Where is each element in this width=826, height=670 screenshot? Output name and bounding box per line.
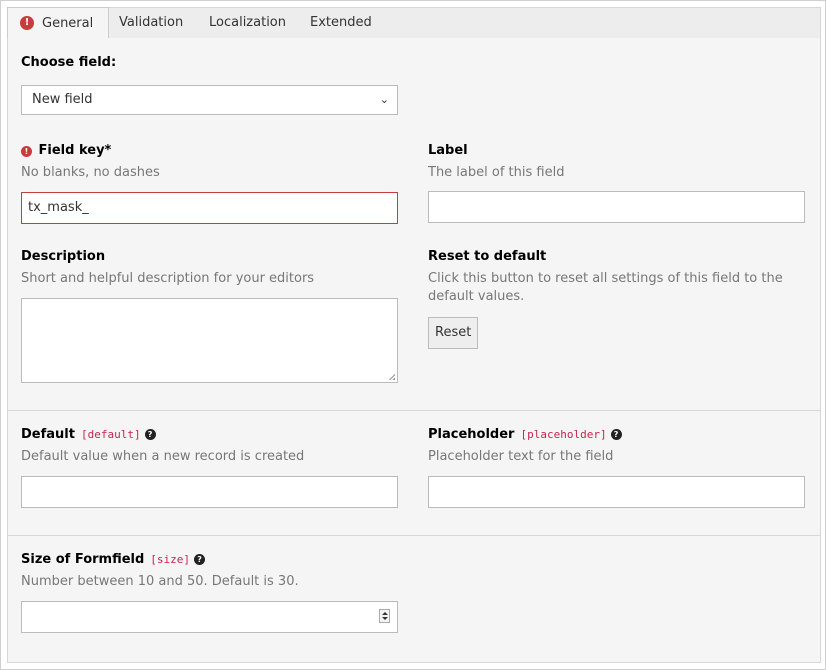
tab-general-label: General bbox=[42, 16, 94, 31]
tab-general[interactable]: ! General bbox=[7, 7, 109, 41]
number-stepper[interactable] bbox=[379, 609, 390, 623]
default-field-code: [default] bbox=[80, 428, 141, 441]
reset-label: Reset to default bbox=[428, 249, 547, 264]
placeholder-input[interactable] bbox=[428, 476, 805, 508]
form-frame: ! General Validation Localization Extend… bbox=[0, 0, 826, 670]
placeholder-field-label: Placeholder bbox=[428, 427, 515, 442]
size-field-code: [size] bbox=[150, 553, 191, 566]
tab-extended[interactable]: Extended bbox=[298, 8, 384, 38]
general-panel: Choose field: New field ⌄ ! Field key* N… bbox=[7, 38, 821, 663]
tab-bar: ! General Validation Localization Extend… bbox=[7, 7, 821, 41]
placeholder-field-code: [placeholder] bbox=[520, 428, 607, 441]
description-field-label: Description bbox=[21, 249, 106, 264]
resize-handle-icon[interactable] bbox=[388, 373, 395, 380]
tab-localization[interactable]: Localization bbox=[197, 8, 298, 38]
tab-localization-label: Localization bbox=[209, 15, 286, 30]
section-divider bbox=[8, 410, 820, 411]
field-key-input[interactable]: tx_mask_ bbox=[21, 192, 398, 224]
help-icon[interactable]: ? bbox=[610, 429, 622, 440]
tab-validation[interactable]: Validation bbox=[107, 8, 195, 38]
placeholder-field-heading: Placeholder [placeholder]? bbox=[428, 427, 622, 442]
error-icon: ! bbox=[21, 146, 32, 157]
stepper-up-icon[interactable] bbox=[382, 612, 388, 615]
placeholder-field-description: Placeholder text for the field bbox=[428, 449, 614, 464]
description-textarea[interactable] bbox=[21, 298, 398, 383]
label-field-description: The label of this field bbox=[428, 165, 565, 180]
field-key-label: Field key* bbox=[38, 143, 112, 158]
default-field-label: Default bbox=[21, 427, 75, 442]
field-key-heading: ! Field key* bbox=[21, 143, 111, 158]
help-icon[interactable]: ? bbox=[144, 429, 156, 440]
tab-validation-label: Validation bbox=[119, 15, 184, 30]
default-input[interactable] bbox=[21, 476, 398, 508]
size-field-description: Number between 10 and 50. Default is 30. bbox=[21, 574, 299, 589]
default-field-heading: Default [default]? bbox=[21, 427, 156, 442]
reset-description: Click this button to reset all settings … bbox=[428, 271, 783, 304]
reset-button[interactable]: Reset bbox=[428, 317, 479, 349]
choose-field-label: Choose field: bbox=[21, 55, 117, 70]
label-input[interactable] bbox=[428, 191, 805, 223]
choose-field-value: New field bbox=[32, 92, 93, 107]
choose-field-select[interactable]: New field ⌄ bbox=[21, 85, 398, 115]
size-field-label: Size of Formfield bbox=[21, 552, 145, 567]
size-field-heading: Size of Formfield [size]? bbox=[21, 552, 206, 567]
label-field-label: Label bbox=[428, 143, 468, 158]
section-divider bbox=[8, 535, 820, 536]
description-field-description: Short and helpful description for your e… bbox=[21, 271, 315, 286]
field-key-value: tx_mask_ bbox=[28, 200, 89, 215]
field-key-description: No blanks, no dashes bbox=[21, 165, 160, 180]
tab-extended-label: Extended bbox=[310, 15, 372, 30]
default-field-description: Default value when a new record is creat… bbox=[21, 449, 305, 464]
error-icon: ! bbox=[20, 16, 34, 30]
help-icon[interactable]: ? bbox=[194, 554, 206, 565]
size-number-input[interactable] bbox=[21, 601, 398, 633]
stepper-down-icon[interactable] bbox=[382, 617, 388, 620]
chevron-down-icon: ⌄ bbox=[379, 93, 389, 106]
